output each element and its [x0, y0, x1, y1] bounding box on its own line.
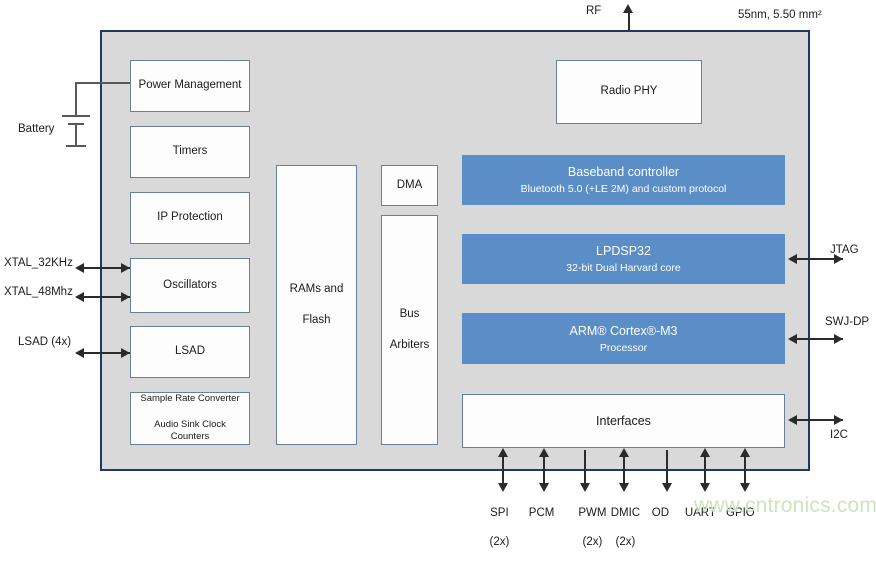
- pin-label-pcm: PCM: [516, 492, 555, 564]
- pin-label-od: OD: [637, 492, 671, 564]
- block-title: Baseband controller: [567, 165, 680, 180]
- block-label: Oscillators: [163, 278, 217, 291]
- battery-wire-down: [75, 82, 77, 115]
- block-label: IP Protection: [157, 211, 223, 224]
- rf-arrow-up-icon: [623, 4, 633, 13]
- block-label-line2: Audio Sink Clock Counters: [154, 418, 226, 443]
- pin-arrow-down-icon: [699, 483, 710, 492]
- block-dma[interactable]: DMA: [381, 165, 438, 206]
- pin-arrow-down-icon: [538, 483, 549, 492]
- pin-arrow-right-icon: [121, 347, 130, 358]
- block-sample-rate-converter[interactable]: Sample Rate Converter Audio Sink Clock C…: [130, 392, 250, 445]
- pin-arrow-left-icon: [75, 347, 84, 358]
- pin-label-swj-dp: SWJ-DP: [825, 316, 870, 328]
- block-label: LSAD: [174, 345, 206, 358]
- block-label-multiline: Sample Rate Converter Audio Sink Clock C…: [131, 393, 249, 444]
- pin-arrow-down-icon: [739, 483, 750, 492]
- block-lpdsp32[interactable]: LPDSP32 32-bit Dual Harvard core: [462, 234, 785, 284]
- battery-plate-long: [62, 115, 90, 117]
- block-label-multiline: RAMs and Flash: [282, 282, 352, 329]
- pin-arrow-up-icon: [699, 448, 710, 457]
- pin-arrow-left-icon: [75, 262, 84, 273]
- block-timers[interactable]: Timers: [130, 126, 250, 178]
- block-arm-cortex-m3[interactable]: ARM® Cortex®-M3 Processor: [462, 313, 785, 364]
- block-label-line1: RAMs and: [289, 282, 344, 295]
- pin-label-line2: (2x): [615, 536, 636, 549]
- pin-arrow-up-icon: [739, 448, 750, 457]
- block-interfaces[interactable]: Interfaces: [462, 394, 785, 448]
- block-bus-arbiters[interactable]: Bus Arbiters: [381, 215, 438, 445]
- pin-arrow-up-icon: [497, 448, 508, 457]
- pin-label-xtal-32khz: XTAL_32KHz: [4, 257, 73, 269]
- pin-arrow-up-icon: [618, 448, 629, 457]
- block-title: ARM® Cortex®-M3: [569, 323, 678, 338]
- watermark: www.cntronics.com: [694, 494, 876, 517]
- pin-arrow-left-icon: [788, 333, 797, 344]
- pin-label-xtal-48mhz: XTAL_48Mhz: [4, 286, 73, 298]
- block-title: LPDSP32: [596, 244, 651, 259]
- pin-arrow-right-icon: [121, 291, 130, 302]
- process-note: 55nm, 5.50 mm²: [738, 9, 822, 21]
- block-label-line1: Bus: [399, 307, 420, 320]
- battery-label: Battery: [18, 123, 55, 135]
- pin-arrow-down-icon: [661, 483, 672, 492]
- pin-label-line1: SPI: [490, 507, 509, 520]
- pin-arrow-down-icon: [618, 483, 629, 492]
- pin-arrow-right-icon: [121, 262, 130, 273]
- pin-label-i2c: I2C: [830, 429, 848, 441]
- pin-label-line1: DMIC: [610, 507, 641, 520]
- pin-arrow-down-icon: [497, 483, 508, 492]
- pin-arrow-down-icon: [579, 483, 590, 492]
- block-subtitle: 32-bit Dual Harvard core: [566, 262, 681, 275]
- pin-label-spi: SPI (2x): [472, 492, 514, 564]
- diagram-canvas: 55nm, 5.50 mm² RF Battery Power Manageme…: [0, 0, 876, 548]
- block-oscillators[interactable]: Oscillators: [130, 258, 250, 313]
- pin-label-dmic: DMIC (2x): [596, 492, 642, 564]
- block-subtitle: Bluetooth 5.0 (+LE 2M) and custom protoc…: [520, 183, 727, 196]
- block-label: Radio PHY: [600, 85, 658, 98]
- block-rams-and-flash[interactable]: RAMs and Flash: [276, 165, 357, 445]
- block-label: Interfaces: [596, 413, 651, 428]
- block-label-line2: Arbiters: [389, 338, 430, 351]
- pin-arrow-right-icon: [834, 333, 843, 344]
- block-subtitle: Processor: [599, 341, 648, 354]
- block-label: DMA: [396, 178, 423, 191]
- pin-label-lsad: LSAD (4x): [18, 336, 72, 348]
- block-baseband-controller[interactable]: Baseband controller Bluetooth 5.0 (+LE 2…: [462, 155, 785, 205]
- pin-label-line1: PCM: [528, 507, 555, 520]
- block-ip-protection[interactable]: IP Protection: [130, 192, 250, 244]
- block-label: Timers: [172, 145, 208, 158]
- battery-wire-bottom: [75, 123, 77, 145]
- pin-label-line2: (2x): [489, 536, 510, 549]
- block-label: Power Management: [138, 79, 242, 92]
- pin-label-rf: RF: [586, 5, 602, 17]
- block-lsad[interactable]: LSAD: [130, 326, 250, 378]
- block-power-management[interactable]: Power Management: [130, 60, 250, 112]
- pin-label-line1: OD: [651, 507, 670, 520]
- pin-arrow-left-icon: [75, 291, 84, 302]
- pin-arrow-left-icon: [788, 414, 797, 425]
- pin-arrow-left-icon: [788, 253, 797, 264]
- block-label-line2: Flash: [302, 313, 331, 326]
- pin-arrow-right-icon: [834, 253, 843, 264]
- battery-ground: [66, 145, 86, 147]
- block-label-line1: Sample Rate Converter: [140, 392, 240, 404]
- pin-arrow-up-icon: [538, 448, 549, 457]
- pin-arrow-right-icon: [834, 414, 843, 425]
- block-label-multiline: Bus Arbiters: [382, 307, 438, 354]
- block-radio-phy[interactable]: Radio PHY: [556, 60, 702, 124]
- battery-wire-top: [75, 82, 135, 84]
